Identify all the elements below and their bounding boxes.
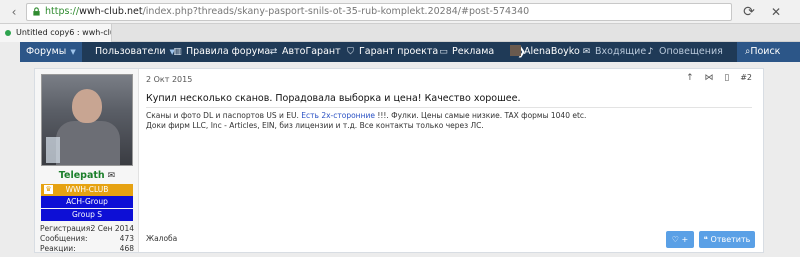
crown-icon: ♛: [44, 185, 53, 194]
nav-project-garant-label: Гарант проекта: [359, 46, 439, 57]
post-number[interactable]: #2: [740, 73, 752, 82]
stat-value: 468: [119, 244, 134, 253]
report-link[interactable]: Жалоба: [146, 234, 177, 243]
post: Telepath ✉ ♛ WWH-CLUB ACH-Group Group S Ре…: [34, 68, 764, 253]
stat-value: 473: [119, 234, 134, 243]
banner-label: Group S: [72, 210, 102, 219]
nav-autogarant-label: АвтоГарант: [282, 46, 341, 57]
close-icon[interactable]: ✕: [768, 4, 784, 20]
reply-button[interactable]: ❝ Ответить: [699, 231, 755, 248]
billboard-icon: ▭: [439, 47, 448, 57]
user-avatar[interactable]: [41, 74, 133, 166]
nav-forums-label: Форумы: [26, 46, 67, 57]
signature-text: !!!. Фулки. Цены самые низкие. TAX формы…: [374, 111, 587, 120]
post-content: 2 Окт 2015 ↑ ⋈ ▯ #2 Купил несколько скан…: [146, 69, 764, 252]
post-tools: ↑ ⋈ ▯ #2: [678, 73, 752, 83]
stat-reactions: Реакции: 468: [40, 244, 134, 254]
post-message: Купил несколько сканов. Порадовала выбор…: [146, 93, 521, 104]
caret-down-icon: ▼: [70, 48, 76, 56]
reload-icon[interactable]: ⟳: [741, 4, 757, 20]
banner-label: ACH-Group: [66, 197, 108, 206]
user-panel: Telepath ✉ ♛ WWH-CLUB ACH-Group Group S Ре…: [35, 69, 139, 254]
address-bar[interactable]: https://wwh-club.net/index.php?threads/s…: [26, 3, 732, 21]
bell-icon: ♪: [647, 47, 654, 57]
reply-label: Ответить: [710, 235, 751, 244]
url-scheme: https://: [45, 6, 80, 17]
favicon-icon: [5, 30, 11, 36]
url-path: /index.php?threads/skany-pasport-snils-o…: [142, 6, 530, 17]
share-icon[interactable]: ⋈: [705, 73, 714, 83]
back-icon[interactable]: ‹: [6, 4, 22, 20]
nav-forums[interactable]: Форумы ▼: [20, 42, 82, 62]
nav-inbox-label: Входящие: [595, 46, 647, 57]
avatar: [510, 45, 521, 56]
arrow-up-icon[interactable]: ↑: [686, 73, 694, 83]
handshake-icon: ⇄: [269, 47, 278, 57]
stat-messages: Сообщения: 473: [40, 234, 134, 244]
banner-label: WWH-CLUB: [65, 185, 109, 194]
avatar-figure-body: [56, 121, 120, 165]
username[interactable]: Telepath ✉: [35, 170, 139, 181]
browser-toolbar: ‹ https://wwh-club.net/index.php?threads…: [0, 0, 800, 24]
stat-label: Регистрация:: [40, 224, 93, 233]
shield-icon: ⛉: [347, 47, 354, 57]
nav-project-garant[interactable]: ⛉ Гарант проекта: [345, 42, 438, 62]
quote-icon: ❝: [703, 235, 711, 244]
nav-autogarant[interactable]: ⇄ АвтоГарант: [268, 42, 341, 62]
signature-text: Сканы и фото DL и паспортов US и EU.: [146, 111, 302, 120]
nav-users[interactable]: Пользователи ▼: [95, 42, 175, 62]
lock-icon: [33, 7, 40, 16]
inbox-icon: ✉: [582, 47, 591, 57]
nav-alerts[interactable]: ♪ Оповещения: [645, 42, 723, 62]
user-banner-wwh: ♛ WWH-CLUB: [41, 184, 133, 196]
book-icon: ▥: [173, 47, 182, 57]
bookmark-icon[interactable]: ▯: [724, 73, 729, 83]
forum-nav: Форумы ▼ Пользователи ▼ ▥ Правила форума ⇄ А…: [20, 42, 800, 62]
browser-tab[interactable]: Untitled copy6 : wwh-club.net: [0, 24, 112, 42]
stat-label: Реакции:: [40, 244, 76, 253]
stat-label: Сообщения:: [40, 234, 88, 243]
nav-account[interactable]: AlenaBoyko: [510, 42, 580, 62]
nav-search-label: Поиск: [750, 46, 781, 57]
mail-icon[interactable]: ✉: [108, 171, 116, 181]
tab-bar: Untitled copy6 : wwh-club.net: [0, 24, 800, 42]
avatar-figure-head: [72, 89, 102, 123]
nav-alerts-label: Оповещения: [659, 46, 723, 57]
nav-rules-label: Правила форума: [186, 46, 271, 57]
url-host: wwh-club.net: [79, 6, 143, 17]
thumbs-up-icon: ♡: [671, 235, 682, 244]
user-banner-ach: ACH-Group: [41, 196, 133, 208]
signature-line-1: Сканы и фото DL и паспортов US и EU. Ест…: [146, 111, 586, 121]
signature: Сканы и фото DL и паспортов US и EU. Ест…: [146, 111, 586, 131]
nav-users-label: Пользователи: [95, 46, 166, 57]
user-banner-group-s: Group S: [41, 209, 133, 221]
username-label: Telepath: [58, 170, 105, 181]
stat-registered: Регистрация: 2 Сен 2014: [40, 224, 134, 234]
nav-ads-label: Реклама: [452, 46, 495, 57]
tab-title: Untitled copy6 : wwh-club.net: [16, 28, 111, 37]
signature-line-2: Доки фирм LLC, Inc - Articles, EIN, биз …: [146, 121, 484, 130]
nav-inbox[interactable]: ✉ Входящие: [581, 42, 646, 62]
nav-ads[interactable]: ▭ Реклама: [438, 42, 494, 62]
nav-rules[interactable]: ▥ Правила форума: [172, 42, 270, 62]
signature-divider: [146, 107, 752, 108]
nav-search[interactable]: ⌕Поиск: [737, 42, 800, 62]
post-date[interactable]: 2 Окт 2015: [146, 75, 192, 84]
signature-link[interactable]: Есть 2х-сторонние: [301, 111, 375, 120]
avatar-glass: [46, 137, 60, 163]
add-reaction-label: +: [681, 235, 689, 244]
nav-account-label: AlenaBoyko: [524, 46, 580, 57]
stat-value: 2 Сен 2014: [90, 224, 134, 233]
add-reaction-button[interactable]: ♡ +: [666, 231, 694, 248]
